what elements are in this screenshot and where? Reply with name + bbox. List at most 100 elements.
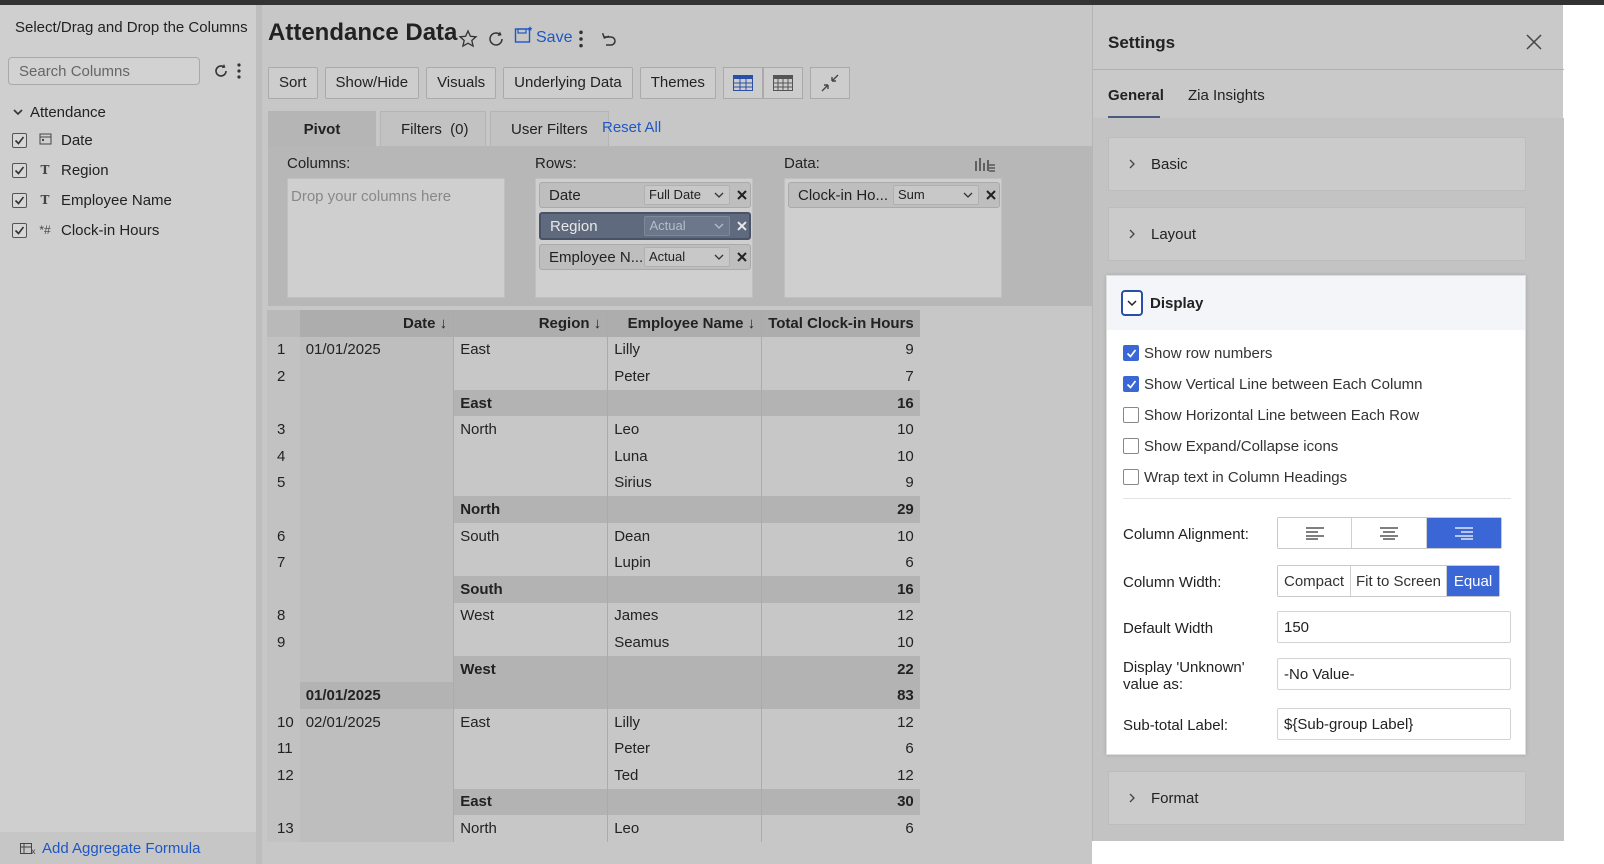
- section-display-header[interactable]: Display: [1107, 276, 1525, 330]
- subtotal-label-input[interactable]: ${Sub-group Label}: [1277, 708, 1511, 740]
- section-basic[interactable]: Basic: [1108, 137, 1526, 191]
- rows-label: Rows:: [535, 155, 577, 172]
- columns-drop-zone[interactable]: Drop your columns here: [287, 178, 505, 298]
- chevron-right-icon: [1129, 159, 1135, 169]
- column-header-date[interactable]: Date ↓: [299, 310, 454, 337]
- checkbox[interactable]: [1123, 407, 1139, 423]
- field-date[interactable]: Date: [12, 129, 93, 151]
- add-aggregate-formula-link[interactable]: Add Aggregate Formula: [42, 840, 200, 857]
- field-employee-name[interactable]: T Employee Name: [12, 189, 172, 211]
- more-options-icon[interactable]: [236, 62, 242, 80]
- option-wrap-text[interactable]: Wrap text in Column Headings: [1123, 468, 1347, 486]
- refresh-icon[interactable]: [212, 62, 230, 80]
- date-cell: [299, 655, 454, 683]
- total-hours-cell: 10: [761, 629, 920, 656]
- checkbox[interactable]: [1123, 469, 1139, 485]
- option-show-row-numbers[interactable]: Show row numbers: [1123, 344, 1272, 362]
- row-chip-option-select[interactable]: Full Date: [644, 185, 730, 205]
- option-show-horizontal-line[interactable]: Show Horizontal Line between Each Row: [1123, 406, 1419, 424]
- date-cell: [299, 469, 454, 497]
- reset-all-link[interactable]: Reset All: [602, 119, 661, 136]
- table-view-button[interactable]: [722, 67, 763, 99]
- employee-name-cell: Lilly: [607, 708, 762, 736]
- collapse-arrows-icon: [821, 74, 839, 92]
- date-cell: 01/01/2025: [299, 336, 454, 364]
- align-center-button[interactable]: [1352, 518, 1427, 548]
- data-chip-option-select[interactable]: Sum: [893, 185, 979, 205]
- show-hide-button[interactable]: Show/Hide: [324, 67, 420, 99]
- row-chip-employee-name[interactable]: Employee N... Actual: [539, 244, 751, 270]
- tab-user-filters[interactable]: User Filters: [490, 111, 609, 147]
- visuals-button[interactable]: Visuals: [426, 67, 497, 99]
- default-width-input[interactable]: 150: [1277, 611, 1511, 643]
- row-chip-name: Employee N...: [549, 248, 644, 266]
- region-cell: [453, 549, 608, 576]
- field-date-checkbox[interactable]: [12, 132, 27, 148]
- checkbox[interactable]: [1123, 438, 1139, 454]
- option-show-vertical-line[interactable]: Show Vertical Line between Each Column: [1123, 375, 1423, 393]
- region-cell: East: [453, 788, 608, 816]
- tab-filters[interactable]: Filters (0): [380, 111, 486, 147]
- checkbox[interactable]: [1123, 376, 1139, 392]
- width-equal-button[interactable]: Equal: [1447, 566, 1499, 596]
- save-icon[interactable]: [514, 25, 534, 45]
- region-cell: East: [453, 389, 608, 417]
- width-fit-to-screen-button[interactable]: Fit to Screen: [1351, 566, 1447, 596]
- undo-icon[interactable]: [598, 29, 618, 49]
- tab-pivot[interactable]: Pivot: [268, 111, 376, 147]
- chart-options-icon[interactable]: [974, 155, 996, 173]
- more-options-icon[interactable]: [576, 29, 586, 49]
- column-header-region[interactable]: Region ↓: [453, 310, 608, 337]
- width-compact-button[interactable]: Compact: [1278, 566, 1351, 596]
- collapse-button[interactable]: [809, 67, 850, 99]
- field-region-checkbox[interactable]: [12, 162, 27, 178]
- remove-icon[interactable]: [735, 250, 749, 264]
- field-clock-in-hours[interactable]: *# Clock-in Hours: [12, 219, 159, 241]
- calendar-view-button[interactable]: [762, 67, 803, 99]
- column-header-employee-name[interactable]: Employee Name ↓: [607, 310, 762, 337]
- save-button[interactable]: Save: [536, 29, 572, 47]
- align-right-button[interactable]: [1427, 518, 1501, 548]
- section-format[interactable]: Format: [1108, 771, 1526, 825]
- remove-icon[interactable]: [735, 219, 749, 233]
- option-show-expand-collapse[interactable]: Show Expand/Collapse icons: [1123, 437, 1338, 455]
- remove-icon[interactable]: [984, 188, 998, 202]
- columns-panel-title: Select/Drag and Drop the Columns: [15, 19, 248, 36]
- section-layout[interactable]: Layout: [1108, 207, 1526, 261]
- row-chip-date[interactable]: Date Full Date: [539, 182, 751, 208]
- settings-title: Settings: [1108, 33, 1176, 52]
- field-clock-in-hours-checkbox[interactable]: [12, 222, 27, 238]
- collapse-section-button[interactable]: [1121, 290, 1143, 316]
- region-cell: North: [453, 496, 608, 523]
- column-header-total-clock-in-hours[interactable]: Total Clock-in Hours: [761, 310, 920, 337]
- row-chip-option-select[interactable]: Actual: [644, 247, 730, 267]
- chevron-down-icon[interactable]: [12, 106, 24, 118]
- align-left-button[interactable]: [1278, 518, 1352, 548]
- close-icon[interactable]: [1525, 33, 1543, 51]
- checkbox[interactable]: [1123, 345, 1139, 361]
- chevron-down-icon: [714, 223, 724, 229]
- date-cell: [299, 575, 454, 603]
- search-columns-input[interactable]: Search Columns: [8, 57, 200, 85]
- data-chip-clock-in-hours[interactable]: Clock-in Ho... Sum: [788, 182, 1000, 208]
- subtotal-row: East 16: [267, 389, 920, 417]
- star-icon[interactable]: [458, 29, 478, 49]
- field-employee-name-checkbox[interactable]: [12, 192, 27, 208]
- row-chip-option: Actual: [649, 249, 686, 264]
- underlying-data-button[interactable]: Underlying Data: [503, 67, 633, 99]
- themes-button[interactable]: Themes: [639, 67, 716, 99]
- total-hours-cell: 30: [761, 788, 920, 816]
- tab-general[interactable]: General: [1108, 87, 1164, 104]
- tab-zia-insights[interactable]: Zia Insights: [1188, 87, 1265, 104]
- field-region[interactable]: T Region: [12, 159, 109, 181]
- refresh-icon[interactable]: [486, 29, 506, 49]
- row-chip-option-select[interactable]: Actual: [644, 216, 731, 236]
- section-display: Display Show row numbers Show Vertical L…: [1106, 275, 1526, 755]
- row-chip-region[interactable]: Region Actual: [539, 212, 751, 240]
- remove-icon[interactable]: [735, 188, 749, 202]
- employee-name-cell: Seamus: [607, 629, 762, 656]
- row-number-cell: 5: [267, 469, 300, 497]
- unknown-value-input[interactable]: -No Value-: [1277, 658, 1511, 690]
- sort-button[interactable]: Sort: [268, 67, 318, 99]
- attendance-group[interactable]: Attendance: [12, 101, 106, 123]
